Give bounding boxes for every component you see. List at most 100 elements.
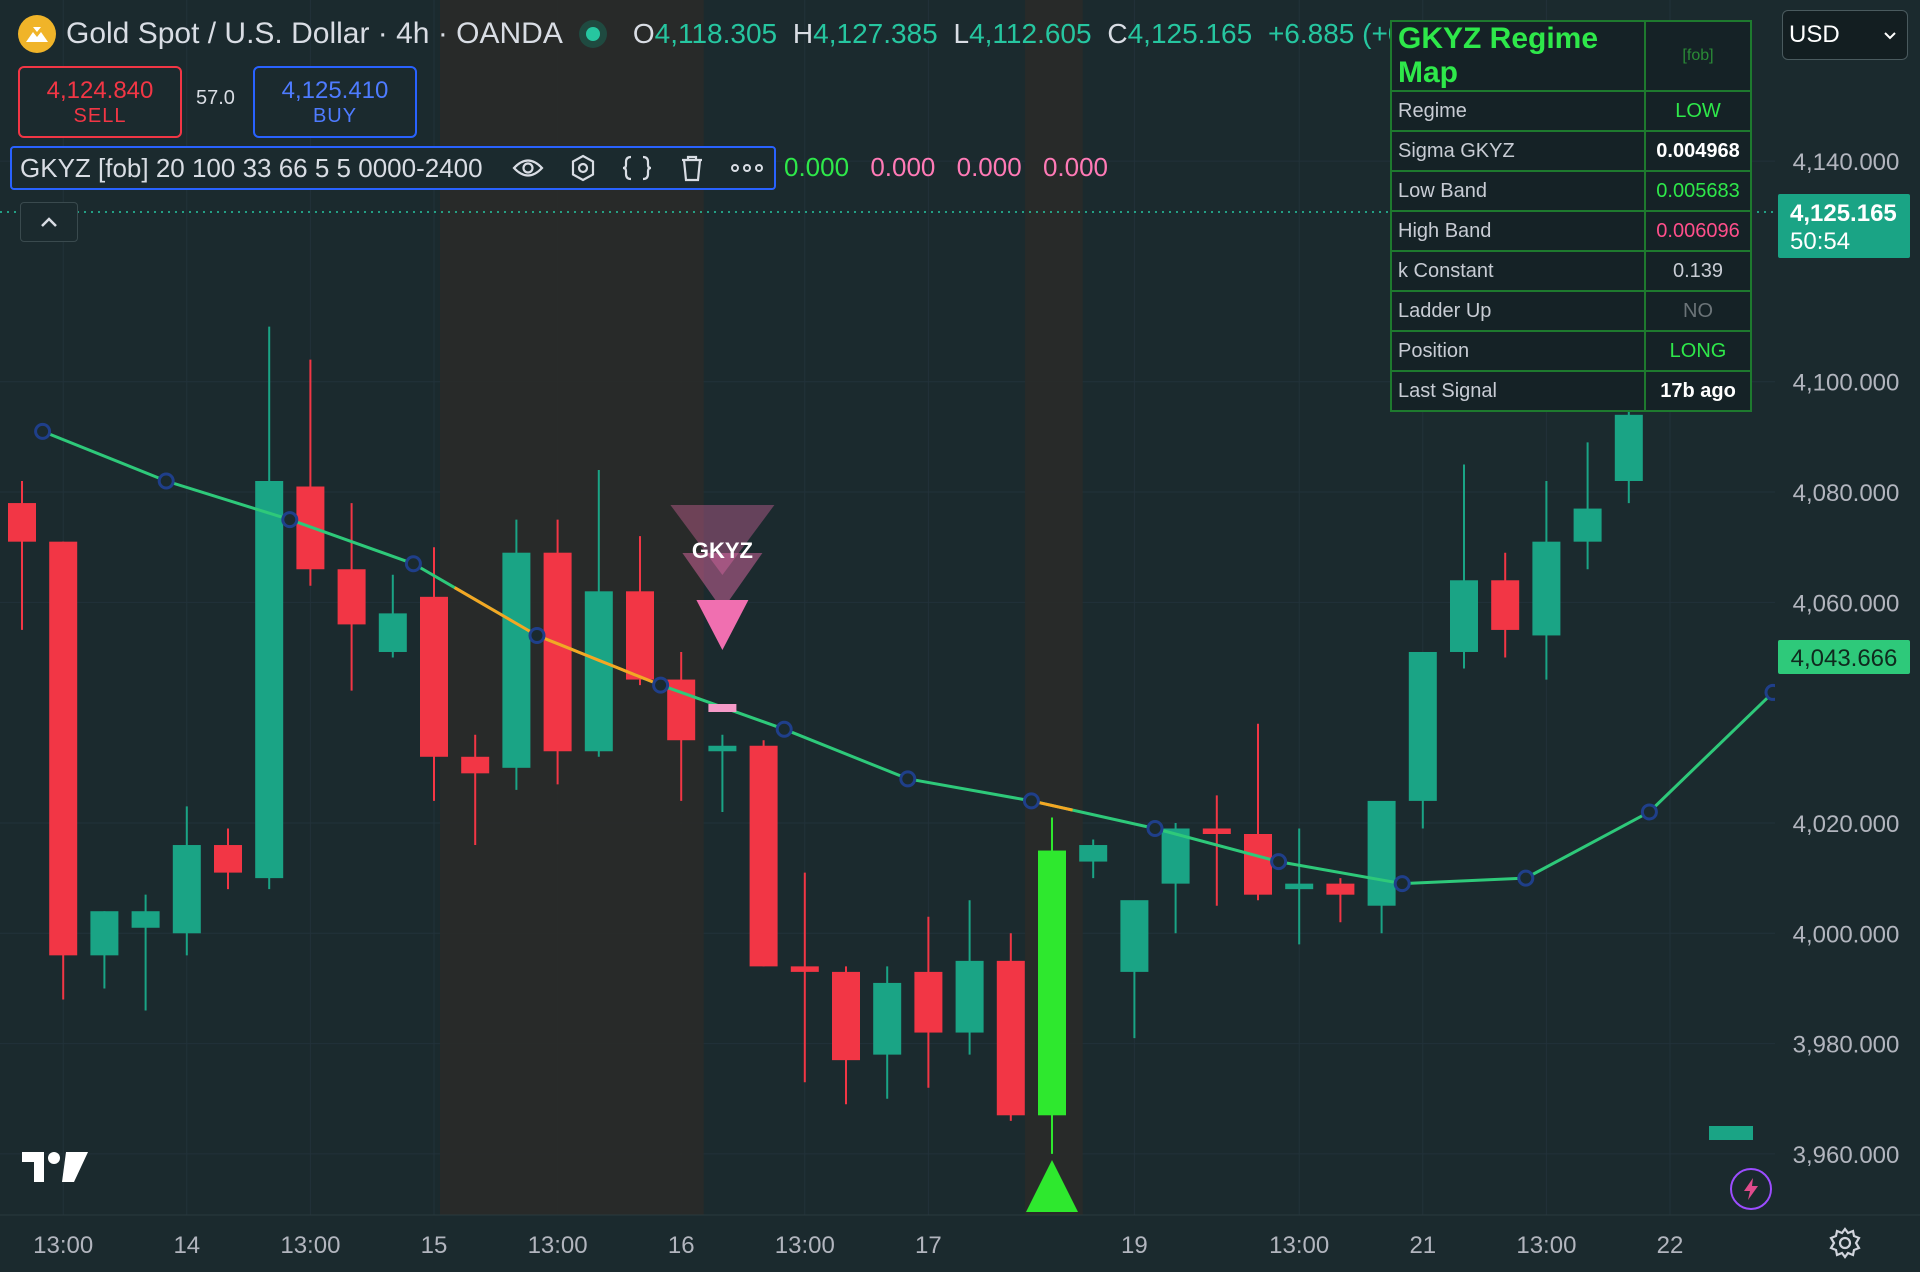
ma-price-label: 4,043.666 <box>1791 645 1898 672</box>
candle <box>8 481 36 630</box>
x-tick-label: 13:00 <box>1516 1232 1576 1259</box>
table-title: GKYZ Regime Map <box>1390 20 1646 92</box>
y-tick-label: 3,960.000 <box>1793 1142 1900 1169</box>
symbol-header: Gold Spot / U.S. Dollar · 4h · OANDA O4,… <box>18 12 1477 56</box>
candle-body <box>790 966 819 972</box>
indicator-value: 0.000 <box>784 152 850 182</box>
y-tick-label: 4,000.000 <box>1793 921 1900 948</box>
buy-button[interactable]: 4,125.410 BUY <box>253 66 417 138</box>
candle <box>1408 651 1437 829</box>
tradingview-logo[interactable] <box>22 1150 88 1189</box>
trash-icon[interactable] <box>673 148 712 188</box>
candle-body <box>749 745 778 967</box>
regime-map-table: GKYZ Regime Map [fob] Regime LOW Sigma GKY… <box>1390 20 1752 412</box>
candle <box>172 806 201 956</box>
ma-point <box>1640 803 1658 821</box>
candle-body <box>1408 651 1437 801</box>
source-code-icon[interactable] <box>618 148 657 188</box>
y-tick-label: 4,020.000 <box>1793 811 1900 838</box>
candle-body <box>955 960 984 1033</box>
indicator-legend[interactable]: GKYZ [fob] 20 100 33 66 5 5 0000-2400 <box>10 146 776 190</box>
candle <box>1079 839 1108 879</box>
candle-body <box>584 591 613 752</box>
x-tick-label: 16 <box>668 1232 695 1259</box>
candle <box>1038 817 1066 1154</box>
candle <box>1573 442 1602 570</box>
ma-point <box>775 720 793 738</box>
spread-value: 57.0 <box>196 87 235 109</box>
regime-key: Last Signal <box>1390 370 1646 412</box>
table-row: Position LONG <box>1390 330 1752 372</box>
table-row: Sigma GKYZ 0.004968 <box>1390 130 1752 172</box>
candle <box>1532 481 1561 680</box>
candle <box>955 900 984 1055</box>
more-options-icon[interactable] <box>727 148 766 188</box>
candle-body <box>873 982 902 1055</box>
table-row: Low Band 0.005683 <box>1390 170 1752 212</box>
collapse-legend-button[interactable] <box>20 202 78 242</box>
candle <box>1244 723 1272 901</box>
candle <box>1161 822 1190 934</box>
candle <box>996 933 1025 1121</box>
regime-key: k Constant <box>1390 250 1646 292</box>
candle-body <box>1326 883 1355 895</box>
alert-bolt-button[interactable] <box>1730 1168 1772 1210</box>
y-tick-label: 4,060.000 <box>1793 590 1900 617</box>
ma-point <box>281 511 299 529</box>
buy-price: 4,125.410 <box>281 76 389 104</box>
regime-value: 0.005683 <box>1644 170 1752 212</box>
regime-key: Low Band <box>1390 170 1646 212</box>
candle <box>1326 878 1355 923</box>
ohlc-readout: O4,118.305 H4,127.385 L4,112.605 C4,125.… <box>632 18 1477 49</box>
candle <box>255 326 284 890</box>
lightning-icon <box>1744 1178 1758 1200</box>
sell-button[interactable]: 4,124.840 SELL <box>18 66 182 138</box>
candle <box>49 541 78 1000</box>
candle <box>1202 795 1231 906</box>
market-open-icon <box>578 20 607 48</box>
candle-body <box>996 960 1025 1116</box>
candle <box>502 519 531 790</box>
x-tick-label: 17 <box>915 1232 942 1259</box>
x-tick-label: 14 <box>173 1232 200 1259</box>
candle-body <box>1038 850 1066 1116</box>
chevron-up-icon <box>41 217 57 227</box>
x-tick-label: 13:00 <box>528 1232 588 1259</box>
x-tick-label: 13:00 <box>775 1232 835 1259</box>
ma-point <box>528 626 546 644</box>
regime-value: NO <box>1644 290 1752 332</box>
candle-body <box>1614 414 1643 481</box>
buy-label: BUY <box>312 104 358 127</box>
symbol-title[interactable]: Gold Spot / U.S. Dollar · 4h · OANDA <box>66 17 563 51</box>
candle-body <box>172 845 201 934</box>
candle <box>1285 828 1314 945</box>
indicator-value: 0.000 <box>956 152 1022 182</box>
regime-value: LOW <box>1644 90 1752 132</box>
x-tick-label: 22 <box>1657 1232 1684 1259</box>
currency-value: USD <box>1789 21 1840 48</box>
table-row: Ladder Up NO <box>1390 290 1752 332</box>
candle-body <box>1532 541 1561 636</box>
sell-signal-label: GKYZ <box>692 538 753 563</box>
countdown-label: 50:54 <box>1790 228 1850 255</box>
candle <box>708 734 737 812</box>
regime-key: Regime <box>1390 90 1646 132</box>
regime-key: Ladder Up <box>1390 290 1646 332</box>
settings-icon[interactable] <box>563 148 602 188</box>
ma-point <box>1022 792 1040 810</box>
indicator-values: 0.000 0.000 0.000 0.000 <box>784 152 1122 183</box>
regime-key: Sigma GKYZ <box>1390 130 1646 172</box>
candle-body <box>1285 883 1314 890</box>
eye-icon[interactable] <box>509 148 548 188</box>
indicator-name[interactable]: GKYZ [fob] 20 100 33 66 5 5 0000-2400 <box>20 153 483 184</box>
indicator-value: 0.000 <box>870 152 936 182</box>
chart-settings-button[interactable] <box>1828 1226 1862 1265</box>
y-tick-label: 4,100.000 <box>1793 370 1900 397</box>
x-tick-label: 19 <box>1121 1232 1148 1259</box>
candle <box>832 966 860 1105</box>
gear-icon <box>1829 1227 1861 1259</box>
currency-select[interactable]: USD <box>1782 10 1908 60</box>
candle-body <box>255 481 284 879</box>
candle-body <box>1120 900 1149 972</box>
candle-body <box>1573 508 1602 542</box>
